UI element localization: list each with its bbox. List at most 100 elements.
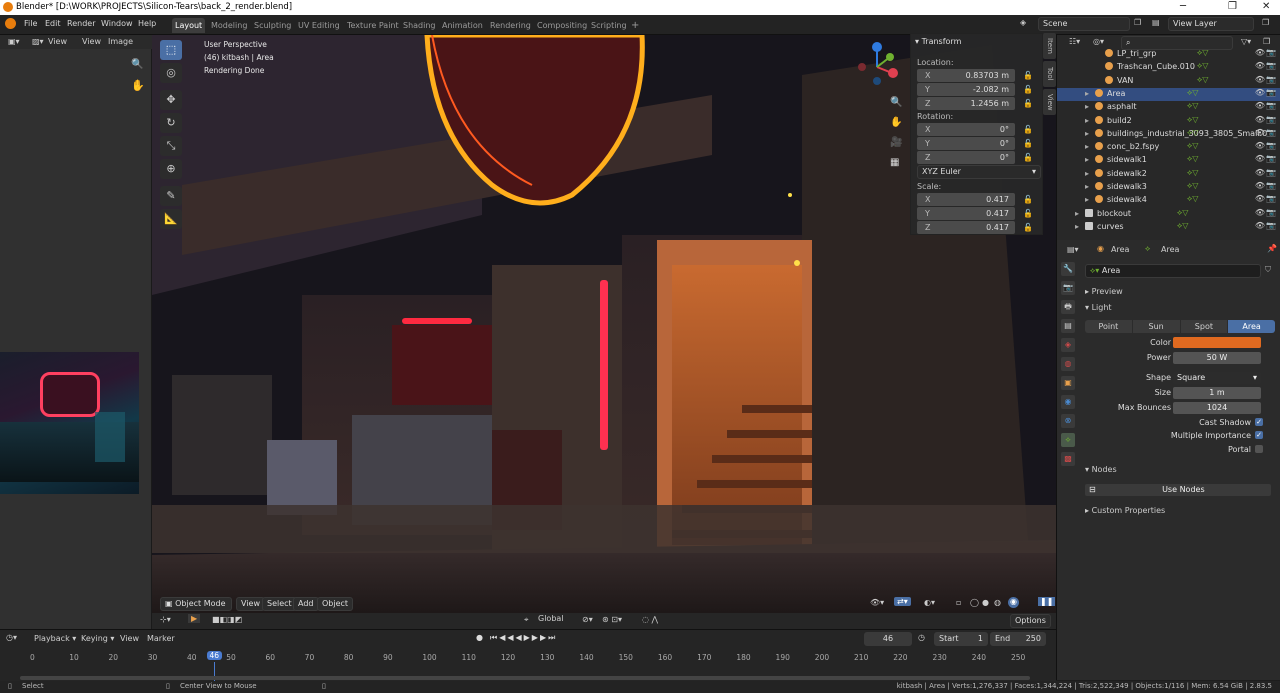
visibility-eye-icon[interactable]: 👁 (1255, 181, 1265, 190)
tool-settings-icon[interactable]: ⊹▾ (160, 615, 171, 624)
viewport-menu-select[interactable]: Select (262, 597, 297, 611)
lock-location-z-icon[interactable]: 🔓 (1023, 99, 1033, 108)
select-mode-icons[interactable]: ■◧◨◩ (212, 615, 242, 624)
render-camera-icon[interactable]: 📷 (1266, 88, 1276, 97)
visibility-icon[interactable]: 👁▾ (870, 598, 884, 607)
outliner-row[interactable]: ▸ build2 ⟡▽ 👁 📷 (1057, 115, 1280, 128)
rotation-z-field[interactable]: Z 0° (917, 151, 1015, 164)
light-data-field[interactable]: ⟡▾ Area (1085, 264, 1261, 278)
outliner-row[interactable]: LP_tri_grp ⟡▽ 👁 📷 (1057, 48, 1280, 61)
outliner-row[interactable]: ▸ sidewalk1 ⟡▽ 👁 📷 (1057, 154, 1280, 167)
scene-tab-icon[interactable]: ◈ (1061, 338, 1075, 352)
data-icons[interactable]: ⟡▽ (1197, 48, 1208, 58)
max-bounces-field[interactable]: 1024 (1173, 402, 1261, 414)
navigation-gizmo[interactable] (852, 39, 902, 89)
minimize-button[interactable]: ─ (1180, 1, 1186, 12)
visibility-eye-icon[interactable]: 👁 (1255, 101, 1265, 110)
render-camera-icon[interactable]: 📷 (1266, 194, 1276, 203)
expand-arrow-icon[interactable]: ▸ (1085, 182, 1089, 191)
data-icons[interactable]: ⟡▽ (1187, 128, 1198, 138)
scale-y-field[interactable]: Y 0.417 (917, 207, 1015, 220)
render-camera-icon[interactable]: 📷 (1266, 101, 1276, 110)
data-icons[interactable]: ⟡▽ (1187, 194, 1198, 204)
render-camera-icon[interactable]: 📷 (1266, 75, 1276, 84)
menu-file[interactable]: File (24, 19, 37, 28)
visibility-eye-icon[interactable]: 👁 (1255, 168, 1265, 177)
scale-z-field[interactable]: Z 0.417 (917, 221, 1015, 234)
viewport-zoom-icon[interactable]: 🔍 (890, 97, 902, 108)
image-mode-icon[interactable]: ▨▾ (32, 37, 44, 46)
expand-arrow-icon[interactable]: ▸ (1085, 169, 1089, 178)
tab-scripting[interactable]: Scripting (588, 18, 630, 33)
render-camera-icon[interactable]: 📷 (1266, 221, 1276, 230)
xray-toggle-icon[interactable]: ▫ (956, 598, 961, 607)
outliner-row[interactable]: ▸ blockout ⟡▽ 👁 📷 (1057, 208, 1280, 221)
expand-arrow-icon[interactable]: ▸ (1085, 116, 1089, 125)
data-icons[interactable]: ⟡▽ (1177, 221, 1188, 231)
object-tab-icon[interactable]: ▣ (1061, 376, 1075, 390)
pin-icon[interactable]: 📌 (1267, 244, 1277, 253)
image-menu-image[interactable]: Image (108, 37, 133, 46)
lock-scale-x-icon[interactable]: 🔓 (1023, 195, 1033, 204)
image-menu-view2[interactable]: View (82, 37, 101, 46)
menu-help[interactable]: Help (138, 19, 156, 28)
data-icons[interactable]: ⟡▽ (1187, 101, 1198, 111)
scale-tool[interactable]: ⤡ (160, 136, 182, 156)
light-data-tab-icon[interactable]: ⟡ (1061, 433, 1075, 447)
visibility-eye-icon[interactable]: 👁 (1255, 48, 1265, 57)
visibility-eye-icon[interactable]: 👁 (1255, 154, 1265, 163)
physics-tab-icon[interactable]: ◉ (1061, 395, 1075, 409)
menu-render[interactable]: Render (67, 19, 95, 28)
viewport-menu-add[interactable]: Add (293, 597, 319, 611)
section-custom-properties[interactable]: ▸ Custom Properties (1085, 506, 1165, 515)
data-icons[interactable]: ⟡▽ (1187, 181, 1198, 191)
render-camera-icon[interactable]: 📷 (1266, 154, 1276, 163)
size-field[interactable]: 1 m (1173, 387, 1261, 399)
tab-view[interactable]: View (1043, 89, 1056, 115)
shading-material-icon[interactable]: ◍ (994, 598, 1001, 607)
visibility-eye-icon[interactable]: 👁 (1255, 221, 1265, 230)
light-type-area[interactable]: Area (1228, 320, 1275, 333)
zoom-icon[interactable]: 🔍 (131, 59, 143, 70)
camera-view-icon[interactable]: 🎥 (890, 137, 902, 148)
maximize-button[interactable]: ❐ (1228, 1, 1237, 12)
section-preview[interactable]: ▸ Preview (1085, 287, 1123, 296)
data-icons[interactable]: ⟡▽ (1187, 141, 1198, 151)
active-tool-icon[interactable]: ▶ (188, 614, 201, 623)
render-camera-icon[interactable]: 📷 (1266, 115, 1276, 124)
image-menu-view[interactable]: View (48, 37, 67, 46)
visibility-eye-icon[interactable]: 👁 (1255, 141, 1265, 150)
render-camera-icon[interactable]: 📷 (1266, 141, 1276, 150)
timeline-scrollbar[interactable] (20, 676, 1030, 680)
outliner-row[interactable]: ▸ Area ⟡▽ 👁 📷 (1057, 87, 1280, 101)
power-field[interactable]: 50 W (1173, 352, 1261, 364)
cursor-tool[interactable]: ◎ (160, 63, 182, 83)
render-camera-icon[interactable]: 📷 (1266, 168, 1276, 177)
render-camera-icon[interactable]: 📷 (1266, 128, 1276, 137)
tab-layout[interactable]: Layout (172, 18, 206, 33)
tab-shading[interactable]: Shading (400, 18, 439, 33)
rotation-y-field[interactable]: Y 0° (917, 137, 1015, 150)
close-button[interactable]: ✕ (1262, 1, 1270, 12)
view-layer-selector[interactable]: View Layer (1168, 17, 1254, 31)
data-icons[interactable]: ⟡▽ (1197, 61, 1208, 71)
output-tab-icon[interactable]: 🖶 (1061, 300, 1075, 314)
gizmo-toggle-icon[interactable]: ⇄▾ (894, 597, 911, 606)
light-type-sun[interactable]: Sun (1132, 320, 1180, 333)
cast-shadow-checkbox[interactable]: ✓ (1255, 418, 1263, 426)
outliner-row[interactable]: VAN ⟡▽ 👁 📷 (1057, 75, 1280, 88)
data-icons[interactable]: ⟡▽ (1187, 154, 1198, 164)
lock-rotation-x-icon[interactable]: 🔓 (1023, 125, 1033, 134)
location-y-field[interactable]: Y -2.082 m (917, 83, 1015, 96)
texture-tab-icon[interactable]: ▩ (1061, 452, 1075, 466)
mode-selector[interactable]: ▣ Object Mode ▾ (160, 597, 232, 620)
viewport-menu-view[interactable]: View (236, 597, 265, 611)
editor-type-icon[interactable]: ▣▾ (8, 37, 20, 46)
transform-tool[interactable]: ⊕ (160, 159, 182, 179)
expand-arrow-icon[interactable]: ▸ (1085, 195, 1089, 204)
pan-hand-icon[interactable]: ✋ (131, 79, 145, 92)
measure-tool[interactable]: 📐 (160, 209, 182, 229)
render-tab-icon[interactable]: 📷 (1061, 281, 1075, 295)
lock-scale-z-icon[interactable]: 🔓 (1023, 223, 1033, 232)
shading-solid-icon[interactable]: ● (982, 598, 989, 607)
